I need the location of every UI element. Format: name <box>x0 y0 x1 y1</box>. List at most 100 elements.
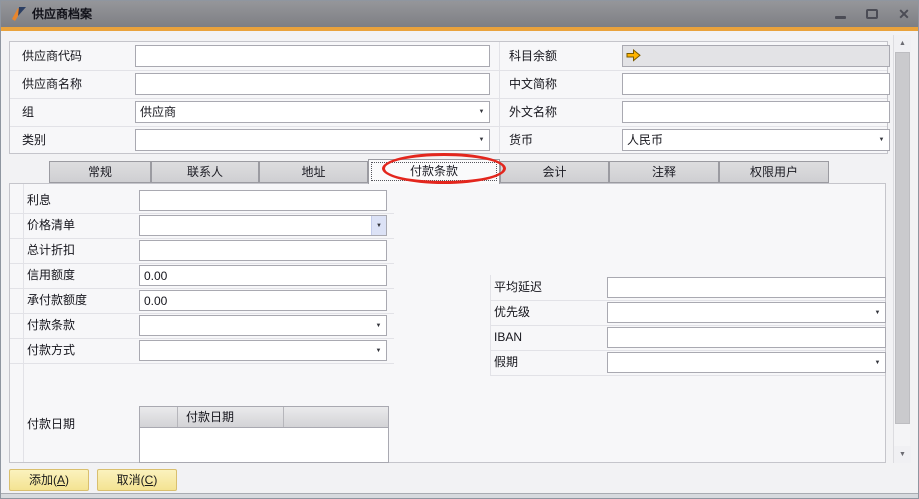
total-discount-input[interactable] <box>140 241 386 260</box>
app-icon <box>10 6 27 22</box>
supplier-code-label: 供应商代码 <box>22 42 82 70</box>
vertical-scrollbar[interactable]: ▲ ▼ <box>893 35 910 463</box>
category-dropdown[interactable]: ▼ <box>135 129 490 151</box>
row-separator <box>490 350 885 351</box>
holidays-label: 假期 <box>494 350 518 375</box>
chevron-down-icon[interactable]: ▼ <box>474 130 489 150</box>
interest-input[interactable] <box>140 191 386 210</box>
tab-authorized-users[interactable]: 权限用户 <box>719 161 829 183</box>
row-separator <box>10 98 887 99</box>
holidays-value <box>608 353 870 372</box>
total-discount-field[interactable] <box>139 240 387 261</box>
average-delay-label: 平均延迟 <box>494 275 542 300</box>
row-separator <box>10 363 394 364</box>
row-separator <box>10 126 887 127</box>
payment-dates-table[interactable]: 付款日期 <box>139 406 389 463</box>
row-separator <box>490 300 885 301</box>
link-arrow-icon[interactable] <box>626 49 641 62</box>
supplier-name-field[interactable] <box>135 73 490 95</box>
payment-terms-value <box>140 316 371 335</box>
window-title: 供应商档案 <box>32 1 92 27</box>
foreign-name-field[interactable] <box>622 101 890 123</box>
chevron-down-icon[interactable]: ▼ <box>874 130 889 150</box>
iban-input[interactable] <box>608 328 885 347</box>
iban-field[interactable] <box>607 327 886 348</box>
group-dropdown[interactable]: 供应商 ▼ <box>135 101 490 123</box>
price-list-label: 价格清单 <box>27 213 75 238</box>
cancel-button[interactable]: 取消(C) <box>97 469 177 491</box>
price-list-dropdown[interactable]: ▼ <box>139 215 387 236</box>
payment-terms-dropdown[interactable]: ▼ <box>139 315 387 336</box>
chinese-short-name-label: 中文简称 <box>509 70 557 98</box>
tab-general[interactable]: 常规 <box>49 161 151 183</box>
chinese-short-name-field[interactable] <box>622 73 890 95</box>
tab-accounting[interactable]: 会计 <box>500 161 609 183</box>
average-delay-input[interactable] <box>608 278 885 297</box>
row-separator <box>10 70 887 71</box>
credit-limit-field[interactable] <box>139 265 387 286</box>
footer-strip <box>1 494 918 499</box>
payment-dates-header-row: 付款日期 <box>140 407 388 428</box>
supplier-name-label: 供应商名称 <box>22 70 82 98</box>
priority-dropdown[interactable]: ▼ <box>607 302 886 323</box>
row-separator <box>490 375 885 376</box>
chevron-down-icon[interactable]: ▼ <box>870 353 885 372</box>
interest-label: 利息 <box>27 188 51 213</box>
chevron-down-icon[interactable]: ▼ <box>371 341 386 360</box>
scroll-up-button[interactable]: ▲ <box>894 35 911 52</box>
commitment-limit-input[interactable] <box>140 291 386 310</box>
scrollbar-thumb[interactable] <box>895 52 910 424</box>
foreign-name-label: 外文名称 <box>509 98 557 126</box>
currency-value: 人民币 <box>623 130 874 150</box>
currency-dropdown[interactable]: 人民币 ▼ <box>622 129 890 151</box>
supplier-name-input[interactable] <box>136 74 489 94</box>
row-selector-header <box>140 407 178 427</box>
credit-limit-input[interactable] <box>140 266 386 285</box>
payment-method-dropdown[interactable]: ▼ <box>139 340 387 361</box>
currency-label: 货币 <box>509 126 533 154</box>
chevron-down-icon[interactable]: ▼ <box>371 216 386 235</box>
holidays-dropdown[interactable]: ▼ <box>607 352 886 373</box>
tab-contact-person[interactable]: 联系人 <box>151 161 259 183</box>
maximize-button[interactable] <box>860 1 884 27</box>
category-label: 类别 <box>22 126 46 154</box>
chinese-short-name-input[interactable] <box>623 74 889 94</box>
close-button[interactable]: ✕ <box>892 1 916 27</box>
chevron-down-icon[interactable]: ▼ <box>870 303 885 322</box>
account-balance-field <box>622 45 890 67</box>
scroll-up-icon: ▲ <box>899 40 906 47</box>
minimize-icon <box>835 16 846 19</box>
chevron-down-icon[interactable]: ▼ <box>474 102 489 122</box>
tab-remarks[interactable]: 注释 <box>609 161 719 183</box>
average-delay-field[interactable] <box>607 277 886 298</box>
total-discount-label: 总计折扣 <box>27 238 75 263</box>
tab-address[interactable]: 地址 <box>259 161 368 183</box>
payment-terms-panel: 利息 价格清单 ▼ 总计折扣 信用额度 承付款额度 付款条款 ▼ 付款方式 <box>9 183 886 463</box>
payment-dates-label: 付款日期 <box>27 412 75 437</box>
column-divider <box>23 184 24 462</box>
payment-date-column-header: 付款日期 <box>178 407 284 427</box>
payment-method-label: 付款方式 <box>27 338 75 363</box>
close-icon: ✕ <box>898 6 910 23</box>
chevron-down-icon[interactable]: ▼ <box>371 316 386 335</box>
commitment-limit-label: 承付款额度 <box>27 288 87 313</box>
account-balance-label: 科目余额 <box>509 42 557 70</box>
foreign-name-input[interactable] <box>623 102 889 122</box>
supplier-code-field[interactable] <box>135 45 490 67</box>
credit-limit-label: 信用额度 <box>27 263 75 288</box>
minimize-button[interactable] <box>828 1 852 27</box>
commitment-limit-field[interactable] <box>139 290 387 311</box>
scroll-down-button[interactable]: ▼ <box>894 446 911 463</box>
payment-method-value <box>140 341 371 360</box>
tab-payment-terms[interactable]: 付款条款 <box>368 159 500 184</box>
iban-label: IBAN <box>494 325 522 350</box>
payment-terms-label: 付款条款 <box>27 313 75 338</box>
accent-line <box>1 27 918 31</box>
scroll-down-icon: ▼ <box>899 451 906 458</box>
group-value: 供应商 <box>136 102 474 122</box>
supplier-code-input[interactable] <box>136 46 489 66</box>
add-button[interactable]: 添加(A) <box>9 469 89 491</box>
row-separator <box>490 325 885 326</box>
interest-field[interactable] <box>139 190 387 211</box>
titlebar: 供应商档案 ✕ <box>1 1 918 27</box>
